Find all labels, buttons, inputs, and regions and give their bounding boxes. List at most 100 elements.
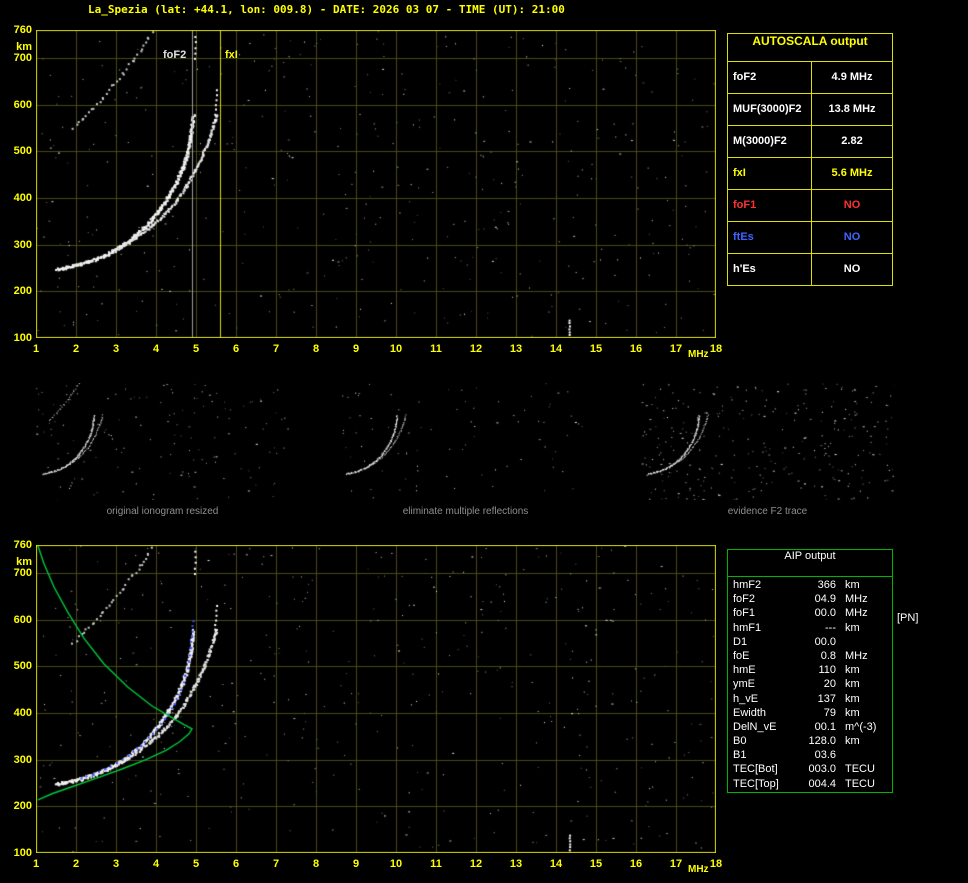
param-label: M(3000)F2 [728,126,812,157]
x-tick-label: 10 [389,343,403,355]
aip-row: B1 03.6 [728,749,892,763]
x-tick-label: 11 [430,858,442,870]
fxi-marker-label: fxI [225,49,238,61]
param-label: hmF2 [733,579,762,591]
aip-table-rows: hmF2 366 km foF2 04.9 MHz foF1 00.0 MHz hmF1 --- km… [728,577,892,792]
param-label: fxI [728,158,812,189]
x-tick-label: 17 [669,343,683,355]
param-value: 79 [823,706,836,719]
param-label: ymE [733,678,755,691]
param-label: MUF(3000)F2 [728,94,812,125]
param-label: hmF1 [733,621,762,634]
param-label: Ewidth [733,706,767,719]
aip-row: D1 00.0 [728,636,892,650]
autoscala-row: foF2 4.9 MHz [728,62,892,94]
param-label: ftEs [728,222,812,253]
param-label: TEC[Top] [733,777,779,790]
x-tick-label: 10 [389,858,403,870]
aip-row: foF1 00.0 MHz [728,607,892,621]
x-tick-label: 16 [629,343,643,355]
y-tick-label: 400 [13,192,32,204]
x-tick-label: 3 [112,343,120,355]
y-tick-label: 600 [13,98,32,111]
aip-row: B0 128.0 km [728,735,892,749]
param-label: foF1 [728,190,812,221]
param-unit [836,749,887,763]
x-tick-label: 13 [509,858,523,870]
aip-row: foE 0.8 MHz [728,650,892,664]
autoscala-row: M(3000)F2 2.82 [728,126,892,158]
param-value: NO [843,231,861,243]
y-tick-label: 500 [13,660,32,673]
param-value: 13.8 MHz [828,103,876,115]
x-tick-label: 7 [272,343,280,355]
param-value: 00.0 [814,635,836,648]
x-tick-label: 12 [469,343,483,355]
aip-row: Ewidth 79 km [728,707,892,721]
x-tick-label: 7 [272,858,280,870]
x-tick-label: 6 [232,858,240,870]
x-tick-label: 6 [232,343,240,355]
x-tick-label: 13 [509,343,523,355]
thumbnail-caption-eliminate: eliminate multiple reflections [402,506,529,517]
param-label: D1 [733,635,748,648]
main-ionogram-canvas [36,30,716,338]
param-label: TEC[Bot] [733,763,778,776]
x-tick-label: 8 [312,343,320,355]
aip-row: DelN_vE 00.1 m^(-3) [728,721,892,735]
param-unit: km [845,692,860,705]
param-value: 04.9 [814,593,836,606]
param-value: 110 [818,664,836,677]
param-unit: MHz [845,607,868,620]
param-value: 137 [817,692,836,705]
param-value: 00.0 [814,607,836,620]
param-unit: TECU [845,777,875,790]
x-axis-unit-label: MHz [688,349,709,360]
y-tick-label: 700 [13,567,32,579]
autoscala-row: fxI 5.6 MHz [728,158,892,190]
thumbnail-eliminate-reflections [338,383,593,500]
x-tick-label: 16 [629,858,643,870]
aip-row: hmE 110 km [728,664,892,678]
aip-row: foF2 04.9 MHz [728,593,892,607]
param-unit: MHz [845,593,868,606]
autoscala-row: ftEs NO [728,222,892,254]
param-value: 366 [817,579,836,591]
param-unit: MHz [845,649,868,662]
param-unit: km [845,621,860,634]
thumbnail-evidence-f2-trace [640,383,895,500]
param-value: 4.9 MHz [831,71,873,83]
x-tick-label: 17 [669,858,683,870]
x-tick-label: 2 [72,343,80,355]
page-title: La_Spezia (lat: +44.1, lon: 009.8) - DAT… [88,3,565,16]
x-tick-label: 11 [430,343,442,355]
aip-row: h_vE 137 km [728,693,892,707]
y-tick-label: 760 [13,24,32,36]
x-tick-label: 9 [352,858,360,870]
aip-row: ymE 20 km [728,678,892,692]
x-tick-label: 5 [192,343,200,355]
thumbnail-caption-evidence: evidence F2 trace [727,506,808,517]
param-value: --- [825,621,836,634]
x-tick-label: 15 [589,343,603,355]
param-value: 5.6 MHz [831,167,873,179]
y-tick-label: 700 [13,52,32,64]
param-label: h'Es [728,254,812,285]
param-label: foF2 [733,593,756,606]
x-tick-label: 8 [312,858,320,870]
param-label: foE [733,649,750,662]
y-tick-label: 100 [13,847,32,859]
profile-ionogram-canvas [36,545,716,853]
y-axis-unit-label: km [16,41,32,53]
aip-table-title: AIP output [728,550,892,577]
param-value: 00.1 [814,720,836,733]
x-tick-label: 4 [152,343,160,355]
autoscala-table-title: AUTOSCALA output [728,34,892,62]
param-value: 004.4 [808,777,836,790]
y-tick-label: 200 [13,285,32,298]
param-value: 0.8 [820,649,836,662]
y-axis-unit-label: km [16,556,32,568]
aip-row: hmF1 --- km [728,622,892,636]
x-tick-label: 1 [32,343,40,355]
x-tick-label: 12 [469,858,483,870]
